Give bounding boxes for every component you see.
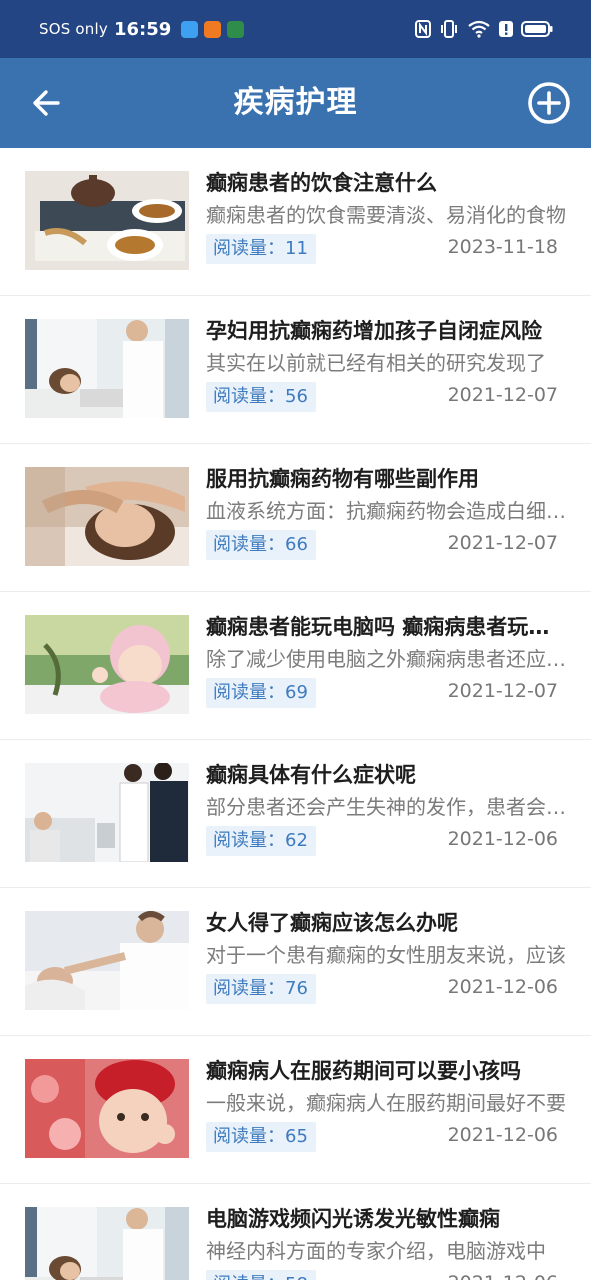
add-button[interactable] <box>527 81 571 125</box>
news-app-icon <box>204 20 222 38</box>
read-count-badge: 阅读量：11 <box>206 234 316 264</box>
game-app-icon <box>227 20 245 38</box>
read-count-badge: 阅读量：56 <box>206 382 316 412</box>
list-item[interactable]: 电脑游戏频闪光诱发光敏性癫痫 神经内科方面的专家介绍，电脑游戏中 阅读量：58 … <box>0 1184 591 1280</box>
article-summary: 对于一个患有癫痫的女性朋友来说，应该 <box>206 943 566 967</box>
list-item[interactable]: 女人得了癫痫应该怎么办呢 对于一个患有癫痫的女性朋友来说，应该 阅读量：76 2… <box>0 888 591 1036</box>
article-summary: 一般来说，癫痫病人在服药期间最好不要 <box>206 1091 566 1115</box>
status-left: SOS only 16:59 <box>39 18 245 40</box>
doctor-patient-image <box>25 319 189 418</box>
app-bar: 疾病护理 <box>0 58 591 148</box>
article-list: 癫痫患者的饮食注意什么 癫痫患者的饮食需要清淡、易消化的食物 阅读量：11 20… <box>0 148 591 1280</box>
list-item[interactable]: 癫痫患者的饮食注意什么 癫痫患者的饮食需要清淡、易消化的食物 阅读量：11 20… <box>0 148 591 296</box>
list-item[interactable]: 癫痫具体有什么症状呢 部分患者还会产生失神的发作，患者会突然 阅读量：62 20… <box>0 740 591 888</box>
alert-icon <box>499 21 513 37</box>
read-count-badge: 阅读量：76 <box>206 974 316 1004</box>
article-summary: 血液系统方面：抗癫痫药物会造成白细胞减少 <box>206 499 566 523</box>
status-right <box>415 20 553 38</box>
read-count-badge: 阅读量：69 <box>206 678 316 708</box>
doctor-patient-image <box>25 1207 189 1280</box>
list-item[interactable]: 服用抗癫痫药物有哪些副作用 血液系统方面：抗癫痫药物会造成白细胞减少 阅读量：6… <box>0 444 591 592</box>
headache-woman-image <box>25 467 189 566</box>
article-summary: 神经内科方面的专家介绍，电脑游戏中 <box>206 1239 546 1263</box>
red-hat-baby-image <box>25 1059 189 1158</box>
article-summary: 部分患者还会产生失神的发作，患者会突然 <box>206 795 566 819</box>
baby-image <box>25 615 189 714</box>
message-app-icon <box>181 20 199 38</box>
status-bar: SOS only 16:59 <box>0 0 591 58</box>
read-count-badge: 阅读量：62 <box>206 826 316 856</box>
herbal-tea-image <box>25 171 189 270</box>
battery-icon <box>521 21 553 37</box>
list-item[interactable]: 癫痫患者能玩电脑吗 癫痫病患者玩电脑 除了减少使用电脑之外癫痫病患者还应注意 阅… <box>0 592 591 740</box>
article-date: 2021-12-06 <box>448 1272 558 1280</box>
article-title: 女人得了癫痫应该怎么办呢 <box>206 911 458 935</box>
article-date: 2023-11-18 <box>447 236 558 258</box>
article-date: 2021-12-06 <box>447 976 558 998</box>
clock-text: 16:59 <box>113 18 172 40</box>
article-title: 癫痫病人在服药期间可以要小孩吗 <box>206 1059 521 1083</box>
article-date: 2021-12-06 <box>447 1124 558 1146</box>
carrier-text: SOS only <box>39 20 108 38</box>
vibrate-icon <box>441 20 457 38</box>
doctor-checkup-image <box>25 911 189 1010</box>
plus-circle-icon <box>528 82 570 124</box>
article-date: 2021-12-06 <box>447 828 558 850</box>
article-title: 孕妇用抗癫痫药增加孩子自闭症风险 <box>206 319 542 343</box>
hospital-ward-image <box>25 763 189 862</box>
article-title: 癫痫患者的饮食注意什么 <box>206 171 437 195</box>
article-title: 癫痫患者能玩电脑吗 癫痫病患者玩电脑 <box>206 615 568 639</box>
nfc-icon <box>415 20 431 38</box>
article-title: 电脑游戏频闪光诱发光敏性癫痫 <box>206 1207 500 1231</box>
page-title: 疾病护理 <box>233 85 358 120</box>
read-count-badge: 阅读量：58 <box>206 1270 316 1280</box>
read-count-badge: 阅读量：66 <box>206 530 316 560</box>
article-title: 癫痫具体有什么症状呢 <box>206 763 416 787</box>
list-item[interactable]: 孕妇用抗癫痫药增加孩子自闭症风险 其实在以前就已经有相关的研究发现了 阅读量：5… <box>0 296 591 444</box>
article-date: 2021-12-07 <box>447 532 558 554</box>
read-count-badge: 阅读量：65 <box>206 1122 316 1152</box>
article-summary: 其实在以前就已经有相关的研究发现了 <box>206 351 546 375</box>
article-date: 2021-12-07 <box>447 384 558 406</box>
article-summary: 癫痫患者的饮食需要清淡、易消化的食物 <box>206 203 566 227</box>
wifi-icon <box>468 20 490 38</box>
article-title: 服用抗癫痫药物有哪些副作用 <box>206 467 479 491</box>
article-date: 2021-12-07 <box>447 680 558 702</box>
list-item[interactable]: 癫痫病人在服药期间可以要小孩吗 一般来说，癫痫病人在服药期间最好不要 阅读量：6… <box>0 1036 591 1184</box>
article-summary: 除了减少使用电脑之外癫痫病患者还应注意 <box>206 647 566 671</box>
